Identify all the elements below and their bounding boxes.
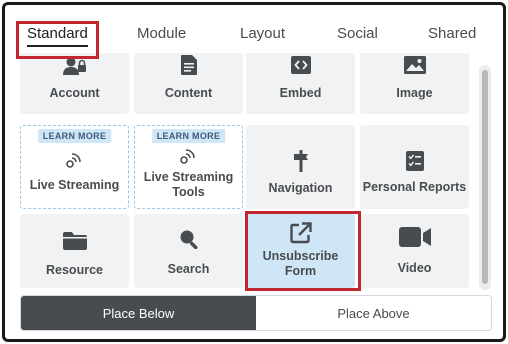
tab-social[interactable]: Social — [337, 25, 378, 42]
tab-layout[interactable]: Layout — [240, 25, 285, 42]
tab-standard[interactable]: Standard — [27, 25, 88, 47]
satellite-icon — [179, 149, 195, 164]
code-icon — [290, 56, 311, 74]
tile-label: Unsubscribe Form — [262, 249, 339, 278]
video-camera-icon — [398, 227, 431, 247]
tile-live-streaming[interactable]: LEARN MORE Live Streaming — [20, 125, 129, 209]
module-grid: Account Content Embed Image LEARN MORE L… — [20, 53, 472, 288]
tile-unsubscribe-form[interactable]: Unsubscribe Form — [246, 214, 355, 288]
scrollbar-thumb[interactable] — [482, 70, 488, 284]
learn-more-badge[interactable]: LEARN MORE — [37, 129, 112, 143]
tile-navigation[interactable]: Navigation — [246, 125, 355, 209]
tile-label: Personal Reports — [362, 180, 467, 194]
tab-module[interactable]: Module — [137, 25, 186, 42]
tile-label: Embed — [279, 86, 322, 100]
signpost-icon — [293, 150, 308, 172]
placement-button-group: Place Below Place Above — [20, 295, 492, 331]
tab-bar: Standard Module Layout Social Shared — [5, 5, 503, 53]
module-picker-panel: Standard Module Layout Social Shared Acc… — [2, 2, 506, 342]
tile-personal-reports[interactable]: Personal Reports — [360, 125, 469, 209]
satellite-icon — [65, 153, 81, 168]
tab-shared[interactable]: Shared — [428, 25, 476, 42]
tile-account[interactable]: Account — [20, 53, 129, 114]
tile-search[interactable]: Search — [134, 214, 243, 288]
checklist-icon — [405, 151, 424, 171]
tile-resource[interactable]: Resource — [20, 214, 129, 288]
tile-embed[interactable]: Embed — [246, 53, 355, 114]
tile-live-streaming-tools[interactable]: LEARN MORE Live Streaming Tools — [134, 125, 243, 209]
scrollbar[interactable] — [479, 65, 491, 290]
account-lock-icon — [62, 57, 86, 75]
tile-content[interactable]: Content — [134, 53, 243, 114]
tile-label: Image — [396, 86, 433, 100]
place-below-button[interactable]: Place Below — [21, 296, 256, 330]
tile-label: Live Streaming Tools — [143, 170, 234, 199]
tile-label: Navigation — [268, 181, 333, 195]
folder-icon — [62, 232, 87, 250]
tile-label: Video — [397, 261, 432, 275]
tile-video[interactable]: Video — [360, 214, 469, 288]
place-above-button[interactable]: Place Above — [256, 296, 491, 330]
tile-label: Content — [164, 86, 213, 100]
learn-more-badge[interactable]: LEARN MORE — [151, 129, 226, 143]
tile-label: Live Streaming — [29, 178, 120, 192]
external-link-icon — [289, 222, 312, 244]
tile-label: Resource — [46, 263, 103, 277]
tile-label: Search — [167, 262, 210, 276]
document-icon — [180, 55, 197, 75]
tile-label: Account — [49, 86, 100, 100]
image-icon — [403, 56, 426, 74]
search-icon — [180, 230, 198, 249]
tile-image[interactable]: Image — [360, 53, 469, 114]
